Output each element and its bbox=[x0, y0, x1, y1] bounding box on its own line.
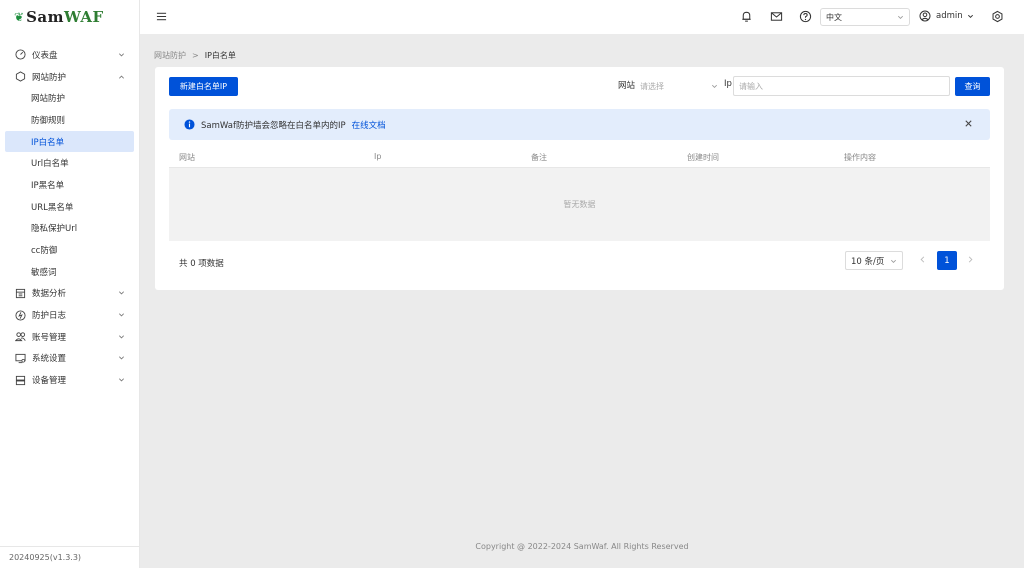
language-select[interactable]: 中文 bbox=[820, 8, 910, 26]
sidebar-subitem-privacy-url[interactable]: 隐私保护Url bbox=[5, 218, 134, 240]
user-menu[interactable]: admin bbox=[919, 10, 974, 22]
sidebar-item-system-settings[interactable]: 系统设置 bbox=[5, 348, 134, 370]
chevron-down-icon bbox=[967, 14, 973, 18]
chevron-down-icon bbox=[119, 378, 124, 382]
sidebar-item-account-management[interactable]: 账号管理 bbox=[5, 326, 134, 348]
breadcrumb-separator: > bbox=[192, 51, 199, 60]
breadcrumb-current: IP白名单 bbox=[204, 51, 236, 60]
brand-name: SamWAF bbox=[26, 8, 104, 26]
sidebar-item-label: 数据分析 bbox=[32, 289, 67, 300]
site-filter-label: 网站 bbox=[618, 81, 636, 91]
chevron-down-icon bbox=[898, 15, 903, 19]
sidebar-subitem-ip-whitelist[interactable]: IP白名单 bbox=[5, 130, 134, 153]
sidebar-subitem-cc-defense[interactable]: cc防御 bbox=[5, 239, 134, 261]
sidebar-item-label: 设备管理 bbox=[32, 376, 67, 387]
top-header: 中文 admin bbox=[140, 0, 1024, 34]
sidebar-subitem-sensitive-words[interactable]: 敏感词 bbox=[5, 261, 134, 283]
column-header: 操作内容 bbox=[844, 153, 876, 162]
footer-copyright: Copyright @ 2022-2024 SamWaf. All Rights… bbox=[475, 542, 689, 551]
log-icon bbox=[15, 310, 26, 321]
shield-icon bbox=[15, 71, 26, 82]
logo[interactable]: ❦ SamWAF bbox=[0, 0, 139, 34]
mail-icon[interactable] bbox=[770, 10, 783, 23]
settings-icon[interactable] bbox=[991, 10, 1004, 23]
sidebar-subitem-url-blacklist[interactable]: URL黑名单 bbox=[5, 196, 134, 218]
chevron-up-icon bbox=[119, 75, 124, 79]
chevron-down-icon bbox=[891, 259, 896, 263]
monitor-icon bbox=[15, 353, 26, 364]
chevron-down-icon bbox=[119, 335, 124, 339]
ip-filter-label: Ip bbox=[724, 79, 732, 89]
online-docs-link[interactable]: 在线文档 bbox=[352, 119, 386, 131]
page-size-select[interactable]: 10 条/页 bbox=[845, 251, 903, 270]
sidebar-item-label: 系统设置 bbox=[32, 354, 67, 365]
sidebar-menu: 仪表盘 网站防护 网站防护 防御规则 IP白名单 Url白名单 IP黑名单 UR… bbox=[0, 44, 139, 391]
page-number-button[interactable]: 1 bbox=[937, 251, 957, 270]
chevron-down-icon bbox=[119, 356, 124, 360]
prev-page-icon[interactable] bbox=[918, 255, 927, 264]
version-label: 20240925(v1.3.3) bbox=[0, 546, 140, 568]
main-card: 新建白名单IP 网站 请选择 Ip 请输入 查询 SamWaf防护墙会忽略在白名… bbox=[155, 67, 1004, 290]
page-size-value: 10 条/页 bbox=[851, 256, 885, 267]
sidebar-item-label: 仪表盘 bbox=[32, 50, 58, 61]
site-select-placeholder: 请选择 bbox=[640, 81, 664, 91]
user-icon bbox=[919, 10, 931, 22]
chevron-down-icon bbox=[119, 313, 124, 317]
add-whitelist-ip-button[interactable]: 新建白名单IP bbox=[169, 77, 238, 96]
sidebar-item-label: 网站防护 bbox=[32, 72, 67, 83]
sidebar-item-device-management[interactable]: 设备管理 bbox=[5, 369, 134, 391]
sidebar-subitem-defense-rules[interactable]: 防御规则 bbox=[5, 109, 134, 131]
table-empty-state: 暂无数据 bbox=[169, 168, 990, 241]
chevron-down-icon bbox=[712, 84, 717, 88]
leaf-icon: ❦ bbox=[14, 10, 25, 24]
menu-icon[interactable] bbox=[156, 11, 167, 22]
users-icon bbox=[15, 331, 26, 342]
info-alert: SamWaf防护墙会忽略在白名单内的IP 在线文档 bbox=[169, 109, 990, 140]
close-icon[interactable] bbox=[964, 119, 973, 128]
column-header: 创建时间 bbox=[687, 153, 719, 162]
alert-text: SamWaf防护墙会忽略在白名单内的IP bbox=[201, 120, 346, 131]
sidebar-item-data-analysis[interactable]: 数据分析 bbox=[5, 283, 134, 305]
sidebar-item-website-protection[interactable]: 网站防护 bbox=[5, 66, 134, 88]
ip-input-placeholder: 请输入 bbox=[739, 81, 763, 91]
chevron-down-icon bbox=[119, 53, 124, 57]
server-icon bbox=[15, 375, 26, 386]
column-header: 网站 bbox=[179, 153, 195, 162]
sidebar-subitem-ip-blacklist[interactable]: IP黑名单 bbox=[5, 174, 134, 196]
table-header: 网站 Ip 备注 创建时间 操作内容 bbox=[169, 145, 990, 168]
sidebar-subitem-website-protection[interactable]: 网站防护 bbox=[5, 87, 134, 109]
info-icon bbox=[184, 119, 195, 130]
ip-input[interactable]: 请输入 bbox=[733, 76, 950, 96]
total-count: 共 0 项数据 bbox=[179, 259, 224, 269]
breadcrumb: 网站防护 > IP白名单 bbox=[154, 50, 236, 61]
query-button[interactable]: 查询 bbox=[955, 77, 990, 96]
sidebar-item-label: 防护日志 bbox=[32, 311, 67, 322]
bell-icon[interactable] bbox=[740, 10, 753, 23]
chevron-down-icon bbox=[119, 291, 124, 295]
sidebar-item-label: 账号管理 bbox=[32, 332, 67, 343]
column-header: 备注 bbox=[531, 153, 547, 162]
breadcrumb-parent[interactable]: 网站防护 bbox=[154, 50, 186, 61]
language-value: 中文 bbox=[826, 12, 842, 22]
chart-icon bbox=[15, 288, 26, 299]
sidebar-item-protection-log[interactable]: 防护日志 bbox=[5, 304, 134, 326]
sidebar-subitem-url-whitelist[interactable]: Url白名单 bbox=[5, 152, 134, 174]
dashboard-icon bbox=[15, 49, 26, 60]
username: admin bbox=[936, 11, 963, 21]
sidebar-item-dashboard[interactable]: 仪表盘 bbox=[5, 44, 134, 66]
column-header: Ip bbox=[374, 152, 382, 161]
next-page-icon[interactable] bbox=[966, 255, 975, 264]
site-select[interactable]: 请选择 bbox=[635, 76, 721, 96]
help-icon[interactable] bbox=[799, 10, 812, 23]
sidebar: ❦ SamWAF 仪表盘 网站防护 网站防护 防御规则 IP白名单 Url白名单… bbox=[0, 0, 140, 568]
